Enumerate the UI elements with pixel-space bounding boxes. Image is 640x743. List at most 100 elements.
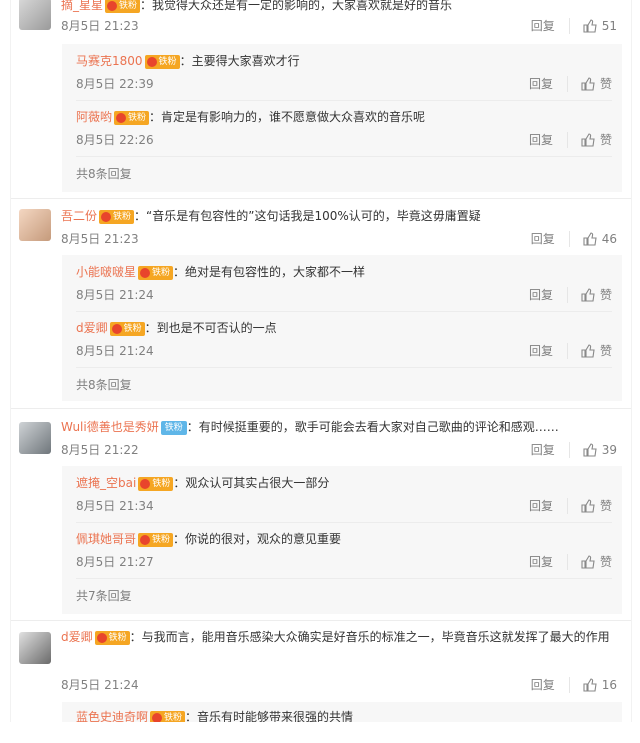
avatar[interactable] [19, 0, 51, 30]
reply-actions: 回复 赞 [529, 287, 612, 303]
like-button[interactable]: 赞 [580, 76, 612, 92]
username[interactable]: 马赛克1800 [76, 54, 143, 68]
thread-divider [11, 620, 631, 621]
comment-text: 摘_星星 铁粉 ：我觉得大众还是有一定的影响的，大家喜欢就是好的音乐 [61, 0, 631, 14]
comment-list: 摘_星星 铁粉 ：我觉得大众还是有一定的影响的，大家喜欢就是好的音乐 8月5日 21… [10, 0, 632, 722]
reply-divider [76, 578, 612, 579]
comment-text: Wuli德善也是秀妍 铁粉 ：有时候挺重要的，歌手可能会去看大家对自己歌曲的评论和感… [61, 418, 631, 436]
comment-thread: 摘_星星 铁粉 ：我觉得大众还是有一定的影响的，大家喜欢就是好的音乐 8月5日 21… [11, 0, 631, 200]
reply-actions: 回复 赞 [529, 554, 612, 570]
like-count: 16 [601, 678, 617, 692]
reply-button[interactable]: 回复 [531, 231, 570, 247]
reply-time: 8月5日 21:24 [76, 344, 154, 358]
reply-button[interactable]: 回复 [531, 18, 570, 34]
reply-time: 8月5日 22:39 [76, 77, 154, 91]
fan-badge: 铁粉 [144, 54, 180, 69]
like-button[interactable]: 赞 [580, 132, 612, 148]
comment-thread: 吾二份 铁粉 ：“音乐是有包容性的”这句话我是100%认可的，毕竟这毋庸置疑 8月5… [11, 203, 631, 409]
like-button[interactable]: 39 [582, 442, 617, 458]
reply-text: 佩琪她哥哥 铁粉 ：你说的很对，观众的意见重要 [76, 530, 606, 548]
like-button[interactable]: 赞 [580, 343, 612, 359]
reply-text: 遮掩_空bai 铁粉 ：观众认可其实占很大一部分 [76, 474, 606, 492]
avatar[interactable] [19, 422, 51, 454]
reply-time: 8月5日 22:26 [76, 133, 154, 147]
reply-body: ：肯定是有影响力的，谁不愿意做大众喜欢的音乐呢 [149, 110, 426, 124]
reply-body: ：主要得大家喜欢才行 [179, 54, 300, 68]
username[interactable]: Wuli德善也是秀妍 [61, 420, 159, 434]
comment-time: 8月5日 21:22 [61, 443, 139, 457]
thumbs-up-icon [583, 19, 597, 33]
reply-button[interactable]: 回复 [529, 132, 568, 148]
reply-button[interactable]: 回复 [529, 554, 568, 570]
reply-button[interactable]: 回复 [529, 287, 568, 303]
like-count: 51 [601, 19, 617, 33]
reply-body: ：你说的很对，观众的意见重要 [173, 532, 342, 546]
fan-badge: 铁粉 [94, 630, 130, 645]
fan-badge: 铁粉 [138, 532, 174, 547]
like-label: 赞 [599, 77, 612, 91]
comment-actions: 回复 46 [531, 231, 617, 247]
more-replies-link[interactable]: 共8条回复 [76, 377, 132, 393]
username[interactable]: d爱卿 [61, 630, 93, 644]
like-label: 赞 [599, 344, 612, 358]
username[interactable]: 蓝色史迪奇啊 [76, 710, 148, 722]
fan-badge: 铁粉 [138, 265, 174, 280]
username[interactable]: 阿薇哟 [76, 110, 112, 124]
reply-divider [76, 156, 612, 157]
reply-actions: 回复 赞 [529, 343, 612, 359]
reply-actions: 回复 赞 [529, 498, 612, 514]
username[interactable]: d爱卿 [76, 321, 108, 335]
reply-button[interactable]: 回复 [529, 76, 568, 92]
reply-button[interactable]: 回复 [531, 442, 570, 458]
like-label: 赞 [599, 555, 612, 569]
username[interactable]: 摘_星星 [61, 0, 103, 12]
fan-badge: 铁粉 [105, 0, 141, 13]
like-button[interactable]: 51 [582, 18, 617, 34]
comment-body: ：有时候挺重要的，歌手可能会去看大家对自己歌曲的评论和感观…… [186, 420, 559, 434]
thumbs-up-icon [581, 133, 595, 147]
reply-button[interactable]: 回复 [531, 677, 570, 693]
thread-divider [11, 198, 631, 199]
like-button[interactable]: 赞 [580, 498, 612, 514]
thumbs-up-icon [581, 288, 595, 302]
reply-body: ：观众认可其实占很大一部分 [173, 476, 330, 490]
username[interactable]: 遮掩_空bai [76, 476, 136, 490]
more-replies-link[interactable]: 共8条回复 [76, 166, 132, 182]
reply-body: ：到也是不可否认的一点 [144, 321, 277, 335]
avatar[interactable] [19, 632, 51, 664]
comment-body: ：我觉得大众还是有一定的影响的，大家喜欢就是好的音乐 [140, 0, 453, 12]
comment-body: ：与我而言，能用音乐感染大众确实是好音乐的标准之一，毕竟音乐这就发挥了最大的作用 [129, 630, 610, 644]
like-label: 赞 [599, 133, 612, 147]
reply-text: 小能啵啵星 铁粉 ：绝对是有包容性的，大家都不一样 [76, 263, 606, 281]
fan-badge: 铁粉 [99, 209, 135, 224]
reply-body: ：音乐有时能够带来很强的共情 [185, 710, 354, 722]
comment-actions: 回复 51 [531, 18, 617, 34]
reply-time: 8月5日 21:27 [76, 555, 154, 569]
comment-text: d爱卿 铁粉 ：与我而言，能用音乐感染大众确实是好音乐的标准之一，毕竟音乐这就发挥了… [61, 628, 631, 646]
comment-text: 吾二份 铁粉 ：“音乐是有包容性的”这句话我是100%认可的，毕竟这毋庸置疑 [61, 207, 631, 225]
reply-button[interactable]: 回复 [529, 343, 568, 359]
comment-time: 8月5日 21:24 [61, 678, 139, 692]
like-button[interactable]: 16 [582, 677, 617, 693]
comment-thread: d爱卿 铁粉 ：与我而言，能用音乐感染大众确实是好音乐的标准之一，毕竟音乐这就发挥了… [11, 624, 631, 722]
username[interactable]: 吾二份 [61, 209, 97, 223]
like-button[interactable]: 赞 [580, 554, 612, 570]
avatar[interactable] [19, 209, 51, 241]
more-replies-link[interactable]: 共7条回复 [76, 588, 132, 604]
comment-actions: 回复 16 [531, 677, 617, 693]
comment-actions: 回复 39 [531, 442, 617, 458]
reply-text: d爱卿 铁粉 ：到也是不可否认的一点 [76, 319, 606, 337]
like-button[interactable]: 赞 [580, 287, 612, 303]
like-button[interactable]: 46 [582, 231, 617, 247]
fan-badge: 铁粉 [138, 476, 174, 491]
like-label: 赞 [599, 499, 612, 513]
like-count: 46 [601, 232, 617, 246]
comment-body: ：“音乐是有包容性的”这句话我是100%认可的，毕竟这毋庸置疑 [134, 209, 481, 223]
reply-body: ：绝对是有包容性的，大家都不一样 [173, 265, 366, 279]
reply-divider [76, 311, 612, 312]
username[interactable]: 佩琪她哥哥 [76, 532, 136, 546]
username[interactable]: 小能啵啵星 [76, 265, 136, 279]
thumbs-up-icon [581, 499, 595, 513]
reply-button[interactable]: 回复 [529, 498, 568, 514]
thumbs-up-icon [581, 555, 595, 569]
